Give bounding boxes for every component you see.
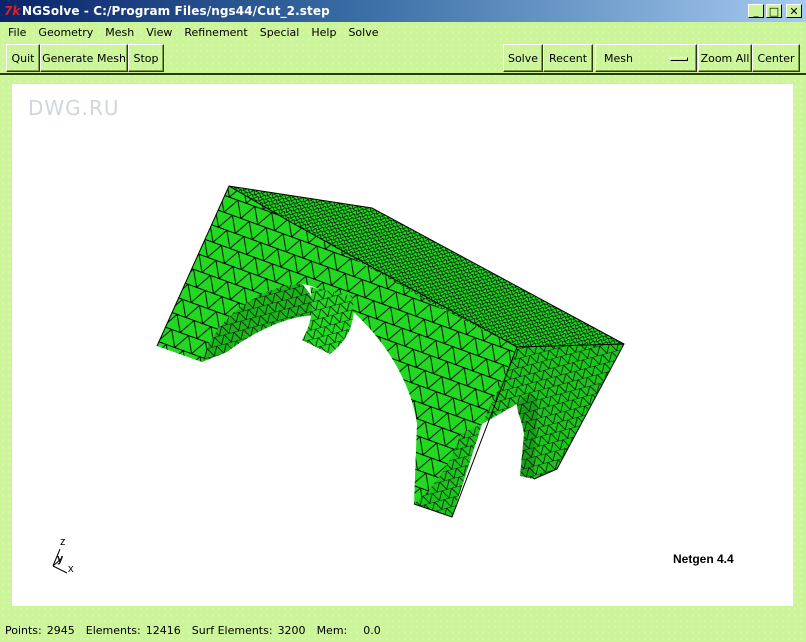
window-title: NGSolve - C:/Program Files/ngs44/Cut_2.s… [22,4,330,18]
close-button[interactable]: ✕ [786,4,802,18]
maximize-button[interactable]: □ [766,4,782,18]
mesh-canvas[interactable] [12,84,793,606]
netgen-version-label: Netgen 4.4 [673,552,734,566]
mem-value: 0.0 [363,623,381,637]
points-label: Points: [5,623,42,637]
center-button[interactable]: Center [752,44,800,72]
elements-label: Elements: [85,623,141,637]
mem-label: Mem: [316,623,348,637]
tk-feather-icon: 7k [4,4,21,18]
surf-elements-value: 3200 [277,623,306,637]
option-menu-indicator-icon [670,57,688,61]
points-value: 2945 [46,623,75,637]
maximize-icon: □ [768,4,780,18]
title-bar: 7k NGSolve - C:/Program Files/ngs44/Cut_… [0,0,806,22]
menu-help[interactable]: Help [305,26,342,39]
menu-mesh[interactable]: Mesh [99,26,140,39]
menu-geometry[interactable]: Geometry [32,26,99,39]
status-bar: Points: 2945 Elements: 12416 Surf Elemen… [0,620,806,640]
quit-button[interactable]: Quit [6,44,40,72]
view-mode-select[interactable]: Mesh [595,44,697,72]
surf-elements-label: Surf Elements: [191,623,273,637]
menu-special[interactable]: Special [254,26,306,39]
close-icon: ✕ [789,4,799,18]
window-controls: _ □ ✕ [748,4,802,18]
menu-refinement[interactable]: Refinement [178,26,253,39]
menu-view[interactable]: View [140,26,178,39]
elements-value: 12416 [145,623,181,637]
menu-solve[interactable]: Solve [342,26,384,39]
zoom-all-button[interactable]: Zoom All [698,44,752,72]
menu-file[interactable]: File [0,26,32,39]
view-mode-value: Mesh [604,51,633,65]
minimize-button[interactable]: _ [748,4,764,18]
axis-z-label: z [60,536,66,548]
recent-button[interactable]: Recent [543,44,593,72]
3d-viewport[interactable]: DWG.RU z y x Netgen 4.4 [12,84,793,606]
toolbar-separator [0,73,806,75]
menu-bar: File Geometry Mesh View Refinement Speci… [0,22,806,42]
minimize-icon: _ [753,4,759,18]
axis-x-label: x [68,563,74,575]
generate-mesh-button[interactable]: Generate Mesh [40,44,128,72]
axis-y-label: y [57,553,64,565]
toolbar: Quit Generate Mesh Stop Solve Recent Mes… [0,43,806,75]
stop-button[interactable]: Stop [128,44,164,72]
solve-button[interactable]: Solve [503,44,543,72]
